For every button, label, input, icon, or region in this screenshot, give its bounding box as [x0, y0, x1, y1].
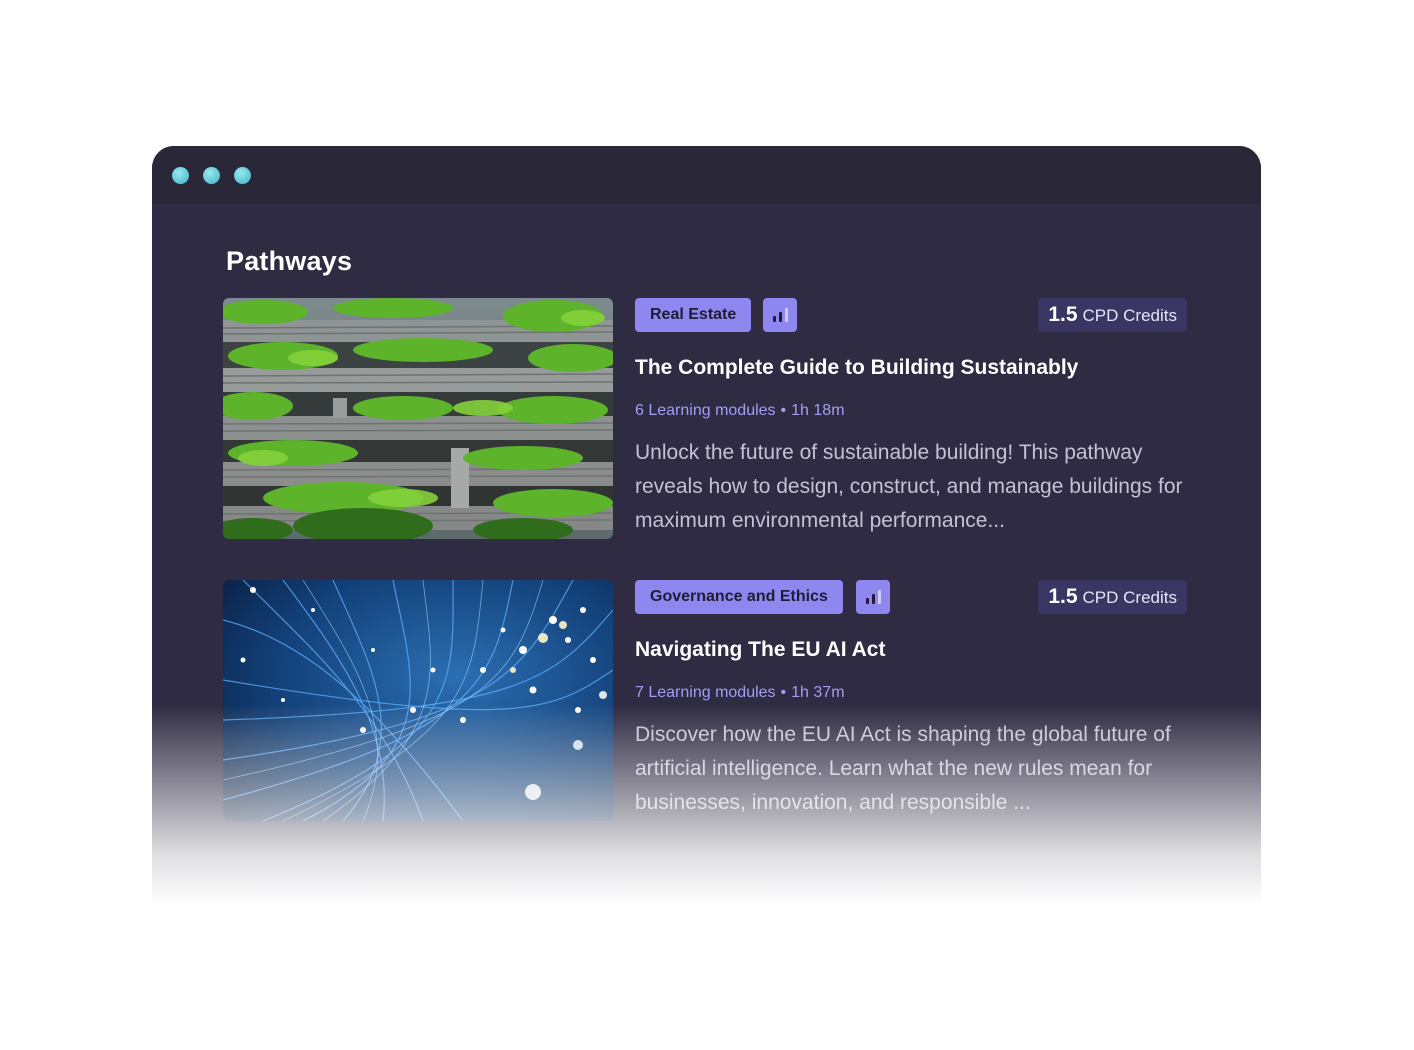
credits-value: 1.5	[1048, 303, 1078, 326]
credits-label: CPD Credits	[1082, 306, 1177, 325]
pathway-info: Governance and Ethics 1.5 CPD Credits Nav…	[635, 580, 1187, 822]
window-control-dot[interactable]	[203, 167, 220, 184]
main-content: Pathways Real Estate 1.5 CPD Credits The…	[152, 204, 1261, 906]
pathway-card[interactable]: Real Estate 1.5 CPD Credits The Complete …	[223, 298, 1187, 540]
duration: 1h 18m	[791, 402, 845, 419]
modules-count: 7 Learning modules	[635, 684, 776, 701]
pathway-meta: 7 Learning modules • 1h 37m	[635, 684, 845, 702]
pathway-title[interactable]: The Complete Guide to Building Sustainab…	[635, 356, 1078, 380]
credits-label: CPD Credits	[1082, 588, 1177, 607]
credits-badge: 1.5 CPD Credits	[1038, 298, 1187, 332]
pathway-title[interactable]: Navigating The EU AI Act	[635, 638, 885, 662]
credits-value: 1.5	[1048, 585, 1078, 608]
pathway-description: Unlock the future of sustainable buildin…	[635, 441, 1183, 532]
bar-chart-icon	[763, 298, 797, 332]
pathway-card[interactable]: Governance and Ethics 1.5 CPD Credits Nav…	[223, 580, 1187, 822]
credits-badge: 1.5 CPD Credits	[1038, 580, 1187, 614]
pathway-info: Real Estate 1.5 CPD Credits The Complete …	[635, 298, 1187, 540]
pathway-description: Discover how the EU AI Act is shaping th…	[635, 723, 1171, 814]
page-title: Pathways	[226, 246, 353, 276]
pathway-meta: 6 Learning modules • 1h 18m	[635, 402, 845, 420]
meta-separator: •	[780, 684, 787, 701]
modules-count: 6 Learning modules	[635, 402, 776, 419]
bar-chart-icon	[856, 580, 890, 614]
window-control-dot[interactable]	[234, 167, 251, 184]
green-building-image[interactable]	[223, 298, 613, 539]
window-titlebar	[152, 146, 1261, 204]
duration: 1h 37m	[791, 684, 845, 701]
meta-separator: •	[780, 402, 787, 419]
app-window: Pathways Real Estate 1.5 CPD Credits The…	[152, 146, 1261, 906]
category-tag[interactable]: Real Estate	[635, 298, 752, 332]
category-tag[interactable]: Governance and Ethics	[635, 580, 843, 614]
window-control-dot[interactable]	[172, 167, 189, 184]
fiber-optic-image[interactable]	[223, 580, 613, 821]
